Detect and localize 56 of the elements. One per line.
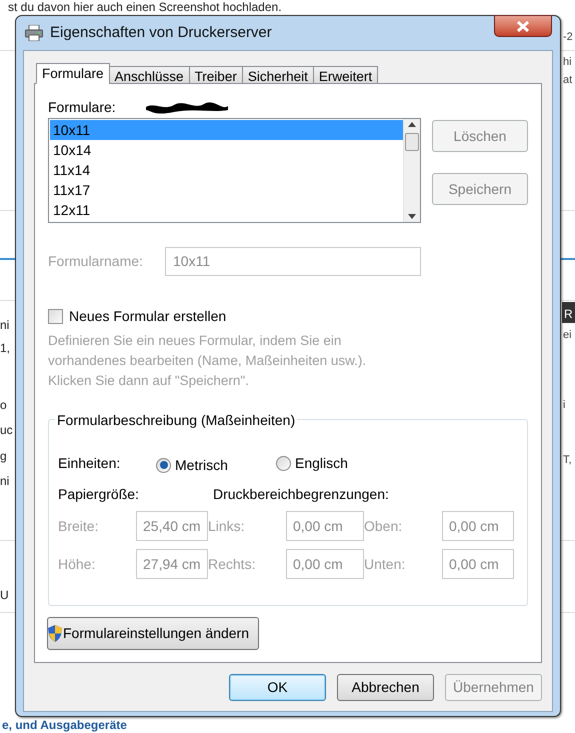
- field-label: Unten:: [364, 554, 406, 574]
- field-label: Höhe:: [58, 554, 96, 574]
- list-item[interactable]: 10x14: [50, 140, 403, 160]
- window-title: Eigenschaften von Druckerserver: [50, 22, 272, 43]
- scrollbar[interactable]: [403, 119, 420, 222]
- text-fragment: U: [0, 587, 9, 604]
- field-label: Rechts:: [208, 554, 256, 574]
- radio-label[interactable]: Metrisch: [175, 454, 228, 476]
- text-fragment: T,: [563, 453, 572, 468]
- dialog-button[interactable]: Abbrechen: [337, 674, 434, 701]
- scroll-thumb[interactable]: [405, 132, 419, 150]
- shield-icon: [48, 625, 62, 642]
- tab[interactable]: Sicherheit: [242, 66, 314, 84]
- radio-button[interactable]: [156, 458, 171, 472]
- text-fragment: ni: [0, 317, 10, 334]
- section-label: Papiergröße:: [58, 484, 140, 504]
- field-label: Links:: [208, 516, 246, 536]
- field-label: Formularname:: [48, 252, 144, 271]
- breadcrumb-link[interactable]: e, und Ausgabegeräte: [2, 718, 127, 732]
- heading-text: st du davon hier auch einen Screenshot hochladen.: [8, 0, 282, 14]
- tooltip-badge: R: [562, 302, 575, 323]
- text-fragment: hi: [563, 55, 572, 70]
- list-item[interactable]: 12x11: [50, 200, 403, 220]
- list-item[interactable]: 10x11: [50, 120, 403, 140]
- radio-button[interactable]: [276, 456, 291, 470]
- tab[interactable]: Anschlüsse: [108, 66, 190, 84]
- close-button[interactable]: [494, 15, 552, 37]
- radio-label[interactable]: Englisch: [295, 452, 348, 474]
- change-settings-button[interactable]: Formulareinstellungen ändern: [47, 617, 259, 650]
- text-fragment: at: [563, 73, 572, 88]
- dialog-button[interactable]: OK: [229, 674, 326, 701]
- list-item[interactable]: 11x14: [50, 160, 403, 180]
- close-icon: [516, 20, 530, 32]
- text-fragment: i: [563, 398, 566, 413]
- tab[interactable]: Formulare: [36, 63, 110, 84]
- checkbox-label[interactable]: Neues Formular erstellen: [69, 306, 226, 327]
- field-label: Breite:: [58, 516, 100, 536]
- field-label: Oben:: [364, 516, 404, 536]
- section-label: Druckbereichbegrenzungen:: [213, 484, 389, 504]
- description-text: Definieren Sie ein neues Formular, indem Sie ein vorhandenes bearbeiten (Name, Maßeinheiten usw.). Klicken Sie dann auf "Speichern".: [48, 332, 368, 390]
- list-item[interactable]: 11x17: [50, 180, 403, 200]
- down-arrow-icon[interactable]: [408, 214, 416, 219]
- tab[interactable]: Treiber: [188, 66, 243, 84]
- text-fragment: ni: [0, 473, 10, 490]
- text-fragment: o: [0, 397, 7, 414]
- field-label: Einheiten:: [58, 454, 122, 472]
- text-fragment: uc: [0, 422, 13, 439]
- text-fragment: 1,: [0, 340, 10, 357]
- text-fragment: ei: [563, 328, 572, 343]
- up-arrow-icon[interactable]: [408, 122, 416, 127]
- checkbox[interactable]: [48, 309, 63, 324]
- printer-icon: [25, 25, 43, 41]
- text-fragment: -2: [563, 30, 573, 45]
- text-fragment: g: [0, 448, 7, 465]
- tab[interactable]: Erweitert: [312, 66, 378, 84]
- field-label: Formulare:: [48, 98, 116, 116]
